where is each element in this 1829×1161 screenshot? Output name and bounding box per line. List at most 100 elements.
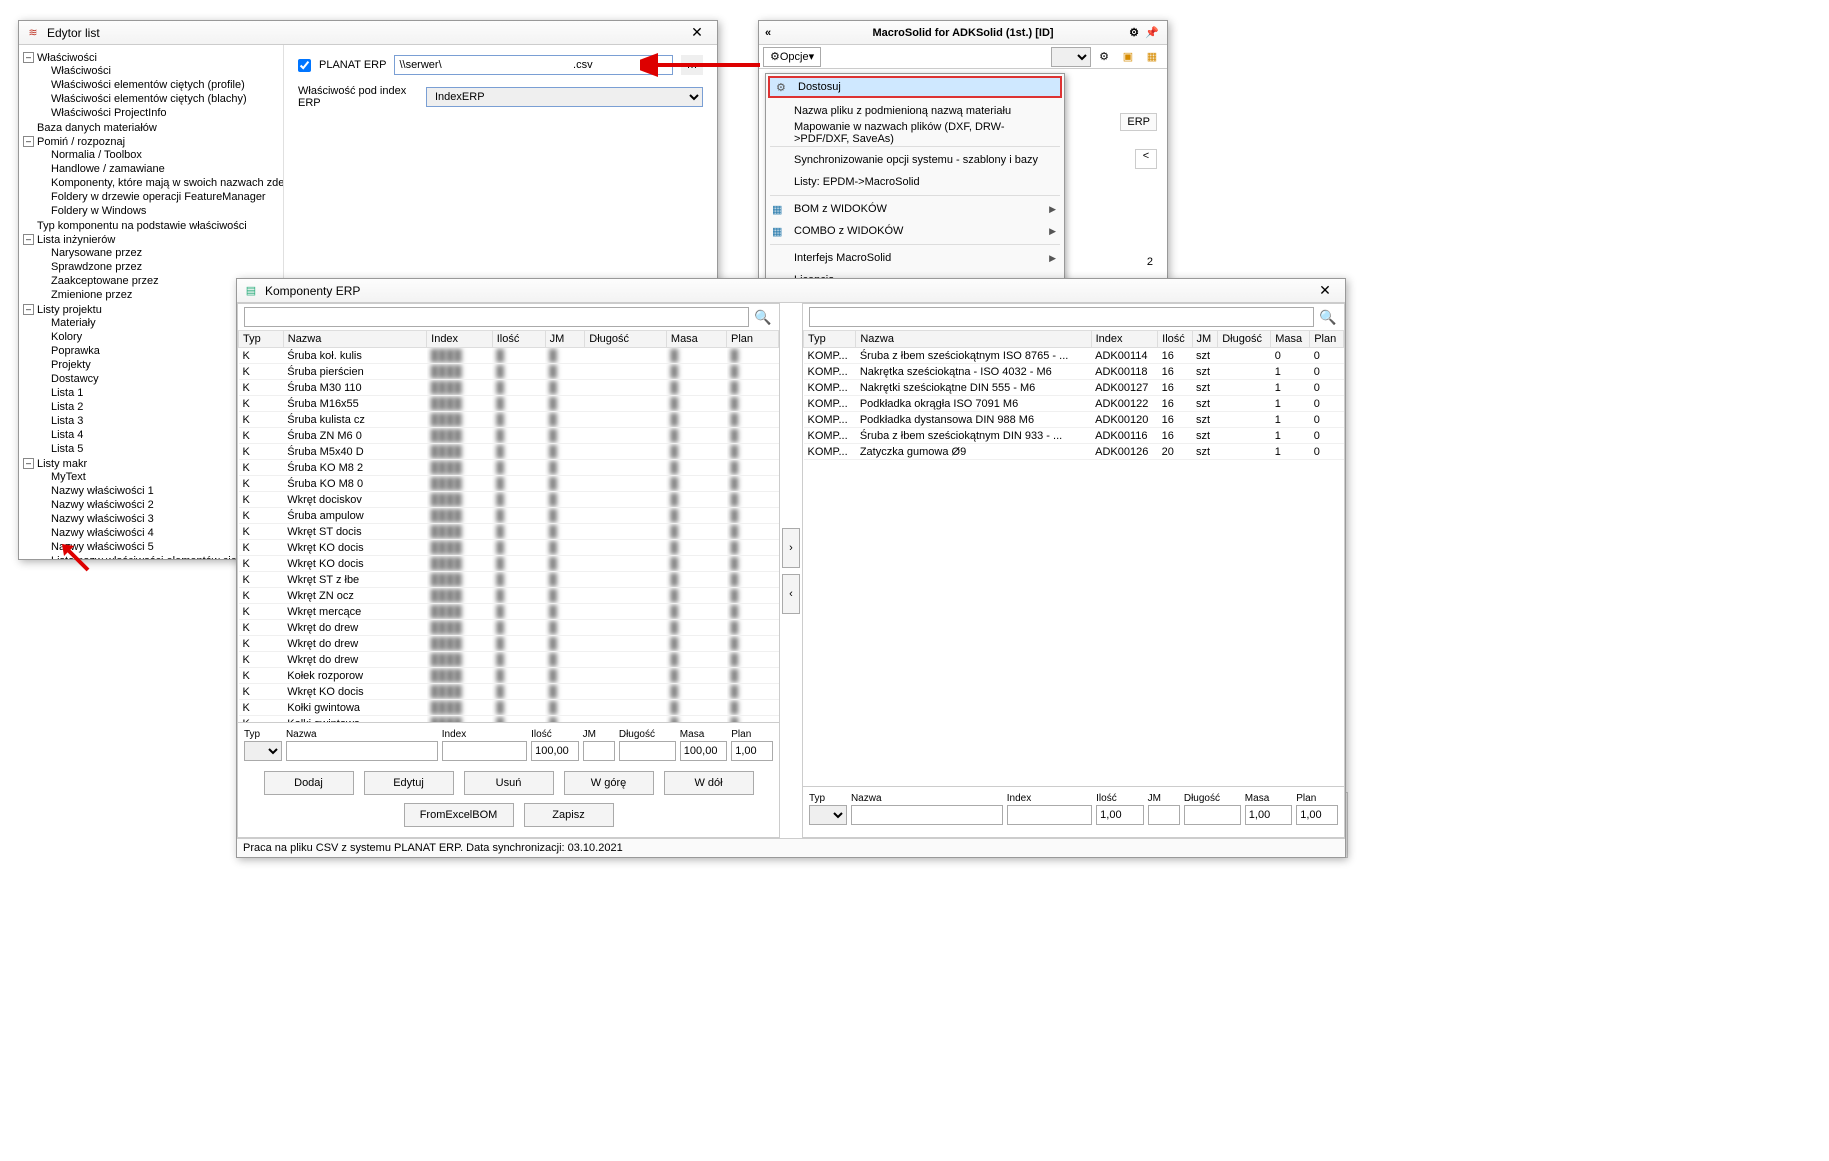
edytuj-button[interactable]: Edytuj (364, 771, 454, 795)
menu-item[interactable]: ▦BOM z WIDOKÓW (766, 198, 1064, 220)
table-row[interactable]: KWkręt do drew████████ (239, 652, 779, 668)
column-header[interactable]: JM (545, 331, 585, 348)
filter-nazwa[interactable] (286, 741, 438, 761)
tree-item[interactable]: Foldery w Windows (37, 204, 279, 218)
filter-nazwa[interactable] (851, 805, 1003, 825)
table-row[interactable]: KOMP...Śruba z łbem sześciokątnym DIN 93… (804, 428, 1344, 444)
filter-index[interactable] (1007, 805, 1092, 825)
tree-item[interactable]: Właściwości elementów ciętych (blachy) (37, 92, 279, 106)
tree-item[interactable]: Właściwości elementów ciętych (profile) (37, 78, 279, 92)
table-row[interactable]: KŚruba M16x55████████ (239, 396, 779, 412)
pin-icon[interactable]: 📌 (1141, 23, 1163, 43)
tree-item[interactable]: –Pomiń / rozpoznajNormalia / ToolboxHand… (23, 135, 279, 219)
column-header[interactable]: Nazwa (856, 331, 1091, 348)
table-row[interactable]: KWkręt ZN ocz████████ (239, 588, 779, 604)
table-row[interactable]: KŚruba M5x40 D████████ (239, 444, 779, 460)
tree-item[interactable]: Typ komponentu na podstawie właściwości (23, 219, 279, 233)
search-icon[interactable]: 🔍 (753, 307, 773, 327)
close-icon[interactable]: ✕ (683, 23, 711, 43)
menu-item[interactable]: Mapowanie w nazwach plików (DXF, DRW->PD… (766, 122, 1064, 144)
table-row[interactable]: KŚruba KO M8 0████████ (239, 476, 779, 492)
filter-długość[interactable] (619, 741, 676, 761)
cubes-icon[interactable]: ▦ (1141, 47, 1163, 67)
column-header[interactable]: Plan (727, 331, 779, 348)
expand-icon[interactable]: – (23, 458, 34, 469)
filter-plan[interactable] (1296, 805, 1338, 825)
filter-masa[interactable] (680, 741, 727, 761)
filter-index[interactable] (442, 741, 527, 761)
table-row[interactable]: KOMP...Nakrętka sześciokątna - ISO 4032 … (804, 364, 1344, 380)
wdol-button[interactable]: W dół (664, 771, 754, 795)
tree-item[interactable]: Właściwości (37, 64, 279, 78)
tree-item[interactable]: Właściwości ProjectInfo (37, 106, 279, 120)
titlebar[interactable]: ≋ Edytor list ✕ (19, 21, 717, 45)
column-header[interactable]: Długość (585, 331, 667, 348)
tree-item[interactable]: –WłaściwościWłaściwościWłaściwości eleme… (23, 51, 279, 121)
opcje-dropdown[interactable]: ⚙ Opcje ▾ (763, 47, 821, 67)
collapse-button[interactable]: < (1135, 149, 1157, 169)
tree-item[interactable]: Sprawdzone przez (37, 260, 279, 274)
table-row[interactable]: KWkręt KO docis████████ (239, 540, 779, 556)
table-row[interactable]: KŚruba kulista cz████████ (239, 412, 779, 428)
column-header[interactable]: Index (427, 331, 493, 348)
wgore-button[interactable]: W górę (564, 771, 654, 795)
column-header[interactable]: Nazwa (283, 331, 426, 348)
table-row[interactable]: KŚruba ZN M6 0████████ (239, 428, 779, 444)
column-header[interactable]: Długość (1218, 331, 1271, 348)
column-header[interactable]: Index (1091, 331, 1158, 348)
column-header[interactable]: JM (1192, 331, 1218, 348)
table-row[interactable]: KŚruba pierścien████████ (239, 364, 779, 380)
tree-item[interactable]: Komponenty, które mają w swoich nazwach … (37, 176, 279, 190)
table-row[interactable]: KWkręt ST z łbe████████ (239, 572, 779, 588)
table-row[interactable]: KOMP...Śruba z łbem sześciokątnym ISO 87… (804, 348, 1344, 364)
tree-item[interactable]: Narysowane przez (37, 246, 279, 260)
unknown-select[interactable] (1051, 47, 1091, 67)
tree-item[interactable]: Handlowe / zamawiane (37, 162, 279, 176)
column-header[interactable]: Ilość (1158, 331, 1192, 348)
filter-długość[interactable] (1184, 805, 1241, 825)
column-header[interactable]: Ilość (492, 331, 545, 348)
tree-item[interactable]: Normalia / Toolbox (37, 148, 279, 162)
menu-item[interactable]: Listy: EPDM->MacroSolid (766, 171, 1064, 193)
fromexcel-button[interactable]: FromExcelBOM (404, 803, 514, 827)
planat-path-input[interactable] (394, 55, 673, 75)
expand-icon[interactable]: – (23, 136, 34, 147)
table-row[interactable]: KWkręt KO docis████████ (239, 556, 779, 572)
filter-masa[interactable] (1245, 805, 1292, 825)
table-row[interactable]: KOMP...Nakrętki sześciokątne DIN 555 - M… (804, 380, 1344, 396)
filter-jm[interactable] (583, 741, 615, 761)
expand-icon[interactable]: – (23, 234, 34, 245)
filter-ilość[interactable] (531, 741, 578, 761)
close-icon[interactable]: ✕ (1311, 281, 1339, 301)
table-row[interactable]: KOMP...Podkładka okrągła ISO 7091 M6ADK0… (804, 396, 1344, 412)
filter-ilość[interactable] (1096, 805, 1143, 825)
table-row[interactable]: KKołek rozporow████████ (239, 668, 779, 684)
table-row[interactable]: KKołki gwintowa████████ (239, 700, 779, 716)
table-row[interactable]: KŚruba koł. kulis████████ (239, 348, 779, 364)
tree-item[interactable]: Foldery w drzewie operacji FeatureManage… (37, 190, 279, 204)
titlebar[interactable]: ▤ Komponenty ERP ✕ (237, 279, 1345, 303)
table-row[interactable]: KWkręt do drew████████ (239, 636, 779, 652)
filter-typ[interactable] (244, 741, 282, 761)
menu-item[interactable]: ⚙Dostosuj (768, 76, 1062, 98)
index-erp-select[interactable]: IndexERP (426, 87, 703, 107)
gear-icon[interactable]: ⚙ (1093, 47, 1115, 67)
column-header[interactable]: Typ (239, 331, 284, 348)
search-icon[interactable]: 🔍 (1318, 307, 1338, 327)
table-row[interactable]: KOMP...Zatyczka gumowa Ø9ADK0012620szt10 (804, 444, 1344, 460)
menu-item[interactable]: Synchronizowanie opcji systemu - szablon… (766, 149, 1064, 171)
column-header[interactable]: Typ (804, 331, 856, 348)
filter-jm[interactable] (1148, 805, 1180, 825)
table-row[interactable]: KŚruba M30 110████████ (239, 380, 779, 396)
browse-button[interactable]: … (681, 55, 703, 75)
menu-item[interactable]: Nazwa pliku z podmienioną nazwą materiał… (766, 100, 1064, 122)
table-row[interactable]: KŚruba KO M8 2████████ (239, 460, 779, 476)
move-left-button[interactable]: ‹ (782, 574, 800, 614)
column-header[interactable]: Masa (1271, 331, 1310, 348)
column-header[interactable]: Plan (1310, 331, 1344, 348)
usun-button[interactable]: Usuń (464, 771, 554, 795)
menu-item[interactable]: Interfejs MacroSolid (766, 247, 1064, 269)
expand-icon[interactable]: – (23, 52, 34, 63)
menu-item[interactable]: ▦COMBO z WIDOKÓW (766, 220, 1064, 242)
table-row[interactable]: KWkręt ST docis████████ (239, 524, 779, 540)
